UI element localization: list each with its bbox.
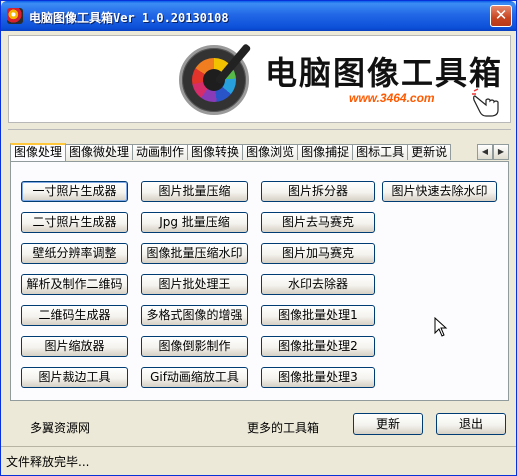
tool-button-col3-1[interactable]: 图片去马赛克 [261, 212, 375, 233]
tab-1[interactable]: 图像微处理 [65, 144, 134, 160]
tab-scroll-right-icon[interactable]: ▶ [493, 144, 509, 160]
tab-0[interactable]: 图像处理 [10, 143, 67, 161]
tool-button-col1-4[interactable]: 二维码生成器 [21, 305, 128, 326]
banner-title: 电脑图像工具箱 [265, 54, 504, 92]
tool-button-col2-6[interactable]: Gif动画缩放工具 [141, 367, 248, 388]
tool-button-col2-3[interactable]: 图片批处理王 [141, 274, 248, 295]
tool-button-col2-5[interactable]: 图像倒影制作 [141, 336, 248, 357]
tool-button-col3-5[interactable]: 图像批量处理2 [261, 336, 375, 357]
app-window: 电脑图像工具箱Ver 1.0.20130108 ✕ 电脑图像工具箱 www.34… [0, 0, 517, 476]
more-tools-link[interactable]: 更多的工具箱 [247, 419, 319, 436]
tool-panel: 一寸照片生成器 二寸照片生成器 壁纸分辨率调整 解析及制作二维码 二维码生成器 图片缩放器… [10, 161, 509, 401]
footer-site-label: 多翼资源网 [30, 421, 91, 435]
banner: 电脑图像工具箱 www.3464.com [8, 35, 511, 123]
tool-button-col1-0[interactable]: 一寸照片生成器 [21, 181, 128, 202]
tab-6[interactable]: 图标工具 [352, 144, 409, 160]
close-button[interactable]: ✕ [490, 5, 512, 27]
tool-button-col4-0[interactable]: 图片快速去除水印 [382, 181, 497, 202]
tool-button-col1-3[interactable]: 解析及制作二维码 [21, 274, 128, 295]
tool-button-col2-0[interactable]: 图片批量压缩 [141, 181, 248, 202]
tool-button-col3-0[interactable]: 图片拆分器 [261, 181, 375, 202]
app-icon [7, 8, 23, 24]
tab-3[interactable]: 图像转换 [187, 144, 244, 160]
tool-button-col1-1[interactable]: 二寸照片生成器 [21, 212, 128, 233]
tool-button-col3-3[interactable]: 水印去除器 [261, 274, 375, 295]
tool-button-col2-1[interactable]: Jpg 批量压缩 [141, 212, 248, 233]
tab-5[interactable]: 图像捕捉 [297, 144, 354, 160]
tab-7[interactable]: 更新说 [407, 144, 452, 160]
mouse-pointer-icon [434, 317, 448, 337]
pointing-hand-icon [472, 88, 499, 117]
tool-button-col1-2[interactable]: 壁纸分辨率调整 [21, 243, 128, 264]
separator [8, 129, 511, 130]
tool-button-col3-2[interactable]: 图片加马赛克 [261, 243, 375, 264]
tab-scroll-left-icon[interactable]: ◀ [477, 144, 493, 160]
tool-button-col2-4[interactable]: 多格式图像的增强 [141, 305, 248, 326]
tool-button-col3-6[interactable]: 图像批量处理3 [261, 367, 375, 388]
tool-button-col2-2[interactable]: 图像批量压缩水印 [141, 243, 248, 264]
exit-button[interactable]: 退出 [436, 413, 506, 435]
tab-4[interactable]: 图像浏览 [242, 144, 299, 160]
tool-button-col3-4[interactable]: 图像批量处理1 [261, 305, 375, 326]
tool-button-col1-6[interactable]: 图片裁边工具 [21, 367, 128, 388]
tab-scroll: ◀ ▶ [477, 143, 509, 160]
status-bar: 文件释放完毕... [1, 446, 516, 475]
tool-button-col1-5[interactable]: 图片缩放器 [21, 336, 128, 357]
status-text: 文件释放完毕... [6, 455, 90, 469]
refresh-button[interactable]: 更新 [353, 413, 423, 435]
tab-2[interactable]: 动画制作 [132, 144, 189, 160]
window-title: 电脑图像工具箱Ver 1.0.20130108 [29, 11, 229, 25]
banner-url: www.3464.com [349, 91, 435, 105]
title-bar[interactable]: 电脑图像工具箱Ver 1.0.20130108 ✕ [1, 1, 516, 31]
tab-strip: 图像处理 图像微处理 动画制作 图像转换 图像浏览 图像捕捉 图标工具 更新说 [10, 143, 509, 161]
